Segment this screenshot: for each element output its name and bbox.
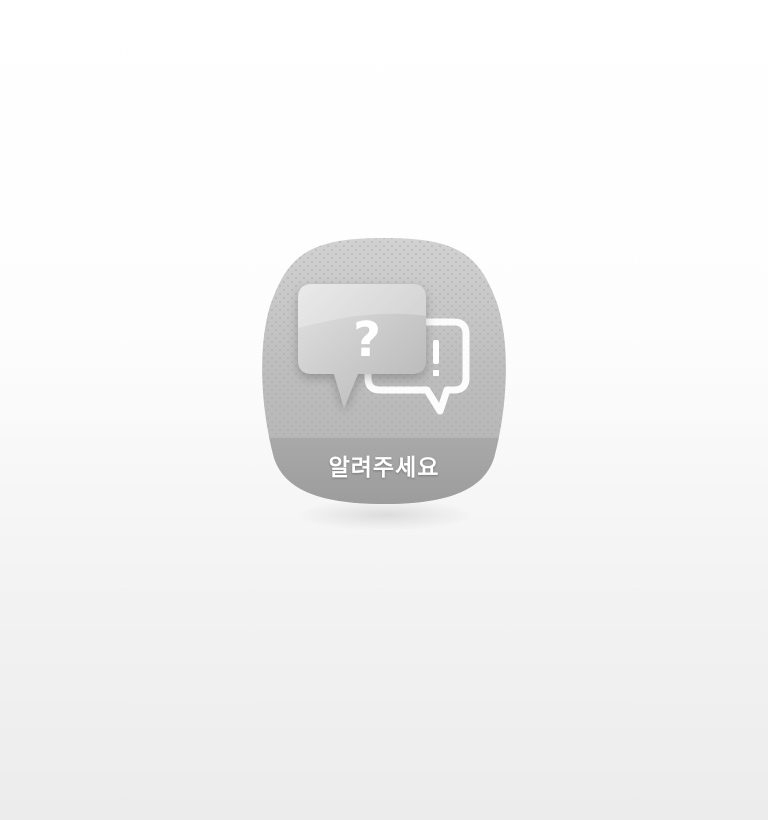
app-icon-label: 알려주세요	[328, 455, 440, 481]
help-app-icon[interactable]: ? 알려주세요	[262, 236, 506, 506]
question-mark-glyph: ?	[353, 312, 381, 368]
